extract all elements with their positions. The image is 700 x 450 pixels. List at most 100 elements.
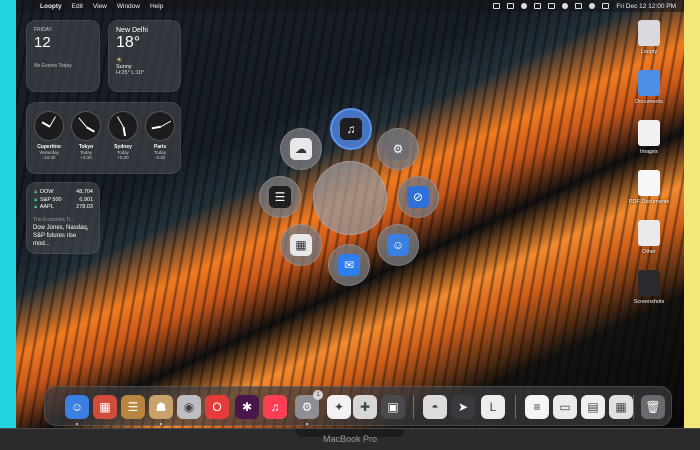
status-wifi-icon[interactable]: [589, 3, 596, 9]
finder-icon: ☺: [387, 234, 409, 256]
clock-face-icon: [71, 111, 101, 141]
desktop-item-documents[interactable]: Documents: [619, 70, 679, 105]
menu-bar-status: Fri Dec 12 12:00 PM: [493, 0, 676, 12]
dock-item-document[interactable]: ≡: [525, 395, 549, 419]
running-indicator: [160, 423, 162, 425]
maps-icon: ➤: [457, 400, 469, 414]
dock-item-photos[interactable]: ▣: [381, 395, 405, 419]
mail-icon: ✉: [338, 254, 360, 276]
folder-icon: [638, 70, 660, 96]
menu-view[interactable]: View: [93, 3, 107, 10]
dock-item-screenshot-2[interactable]: ▤: [581, 395, 605, 419]
sun-icon: ☀: [116, 57, 123, 64]
desktop-item-label: Images: [639, 149, 659, 155]
pdf-stack-icon: [638, 170, 660, 196]
contacts-icon: ☗: [155, 400, 167, 414]
stock-symbol: S&P 500: [39, 196, 62, 203]
status-user-icon[interactable]: [548, 3, 556, 9]
launcher-item-messages[interactable]: ☁: [280, 128, 322, 170]
menu-clock[interactable]: Fri Dec 12 12:00 PM: [616, 3, 676, 10]
dock: ☺ ▦ ☰ ☗ ◉ O ✱ ♫ ⚙ 1 ✦ ✚ ▣ ◓ ➤ L ≡ ▭ ▤ ▦ 🗑: [44, 386, 672, 426]
launcher-item-settings[interactable]: ⚙: [377, 128, 419, 170]
status-display-icon[interactable]: [493, 3, 501, 9]
news-headline[interactable]: Dow Jones, Nasdaq, S&P futures rise mod.…: [33, 224, 93, 248]
dock-item-contacts[interactable]: ☗: [149, 395, 173, 419]
dock-item-tools[interactable]: ✚: [353, 395, 377, 419]
status-search-icon[interactable]: [602, 3, 610, 9]
running-indicator: [306, 423, 308, 425]
status-storage-icon[interactable]: [507, 3, 515, 9]
tools-icon: ✚: [359, 400, 371, 414]
stock-symbol: AAPL: [39, 204, 54, 210]
stocks-widget[interactable]: ▲ DOW 48,704 ▲ S&P 500 6,901 ▲ AAPL 278.03 …: [26, 182, 100, 254]
dock-separator: [633, 395, 634, 419]
desktop-item-label: PDF Documents: [628, 199, 670, 205]
desktop-item-label: Other: [642, 249, 656, 255]
weather-widget[interactable]: New Delhi 18° ☀ Sunny H:25° L:10°: [108, 20, 181, 92]
menu-window[interactable]: Window: [117, 3, 140, 10]
clock-face-icon: [145, 111, 175, 141]
dock-item-drive[interactable]: ◓: [423, 395, 447, 419]
status-battery-icon[interactable]: [534, 3, 542, 9]
desktop-item-loopty[interactable]: Loopty: [619, 20, 679, 55]
dock-item-opera[interactable]: O: [205, 395, 229, 419]
calendar-widget[interactable]: FRIDAY 12 No Events Today: [26, 20, 100, 92]
launcher-item-calendar[interactable]: ▦: [280, 224, 322, 266]
dock-item-music[interactable]: ♫: [263, 395, 287, 419]
desktop-item-other[interactable]: Other: [619, 220, 679, 255]
dock-item-l-app[interactable]: L: [481, 395, 505, 419]
settings-icon: ⚙: [301, 400, 313, 414]
status-bluetooth-icon[interactable]: [521, 3, 528, 9]
clock-offset: +3:30: [80, 155, 92, 160]
menu-bar: Loopty Edit View Window Help Fri Dec 12 …: [16, 0, 684, 12]
stock-value: 278.03: [76, 204, 93, 210]
clock-sydney: Sydney Today +5:30: [107, 111, 139, 160]
screenshot-2-icon: ▤: [587, 400, 599, 414]
stock-row: ▲ AAPL 278.03: [33, 204, 93, 210]
device-model-label: MacBook Pro: [322, 434, 378, 444]
clock-offset: +5:30: [117, 155, 129, 160]
status-siri-icon[interactable]: [562, 3, 569, 9]
trash-icon: 🗑: [645, 400, 661, 414]
system-icon: ◉: [183, 400, 195, 414]
menu-app-name[interactable]: Loopty: [40, 3, 62, 10]
desktop-item-images[interactable]: Images: [619, 120, 679, 155]
stock-value: 6,901: [79, 196, 93, 203]
dock-item-stocks[interactable]: ☰: [121, 395, 145, 419]
dock-item-slack[interactable]: ✱: [235, 395, 259, 419]
launcher-item-stocks[interactable]: ☰: [259, 176, 301, 218]
launcher-item-finder[interactable]: ☺: [377, 224, 419, 266]
launcher-center[interactable]: [313, 161, 387, 235]
laptop-bezel: MacBook Pro: [0, 428, 700, 450]
slack-icon: ✱: [241, 400, 253, 414]
dock-item-launchpad[interactable]: ▦: [93, 395, 117, 419]
status-clipboard-icon[interactable]: [575, 3, 583, 9]
calendar-events: No Events Today: [34, 63, 72, 69]
launchpad-icon: ▦: [99, 400, 111, 414]
gear-icon: ⚙: [387, 138, 409, 160]
compass-icon: ⊘: [407, 186, 429, 208]
launcher-item-mail[interactable]: ✉: [328, 244, 370, 286]
dock-item-settings[interactable]: ⚙ 1: [295, 390, 323, 419]
desktop-item-screenshots[interactable]: Screenshots: [619, 270, 679, 305]
dock-item-screenshot-3[interactable]: ▦: [609, 395, 633, 419]
dock-item-trash[interactable]: 🗑: [641, 395, 665, 419]
desktop-item-pdf[interactable]: PDF Documents: [619, 170, 679, 205]
dock-separator: [515, 395, 516, 419]
launcher-item-music[interactable]: ♫: [330, 108, 372, 150]
music-icon: ♫: [340, 118, 362, 140]
stocks-icon: ☰: [127, 400, 139, 414]
weather-temp: 18°: [116, 34, 141, 51]
calendar-day: FRIDAY: [34, 27, 52, 33]
drive-icon: ◓: [431, 400, 439, 414]
dock-item-screenshot-1[interactable]: ▭: [553, 395, 577, 419]
dock-item-system[interactable]: ◉: [177, 395, 201, 419]
menu-help[interactable]: Help: [150, 3, 163, 10]
stock-symbol: DOW: [39, 189, 54, 195]
dock-item-spark[interactable]: ✦: [327, 395, 351, 419]
menu-edit[interactable]: Edit: [72, 3, 83, 10]
launcher-item-safari[interactable]: ⊘: [397, 176, 439, 218]
dock-item-finder[interactable]: ☺: [65, 395, 89, 419]
dock-item-maps[interactable]: ➤: [451, 395, 475, 419]
world-clock-widget[interactable]: Cupertino Yesterday -10:30 Tokyo Today +…: [26, 102, 181, 174]
